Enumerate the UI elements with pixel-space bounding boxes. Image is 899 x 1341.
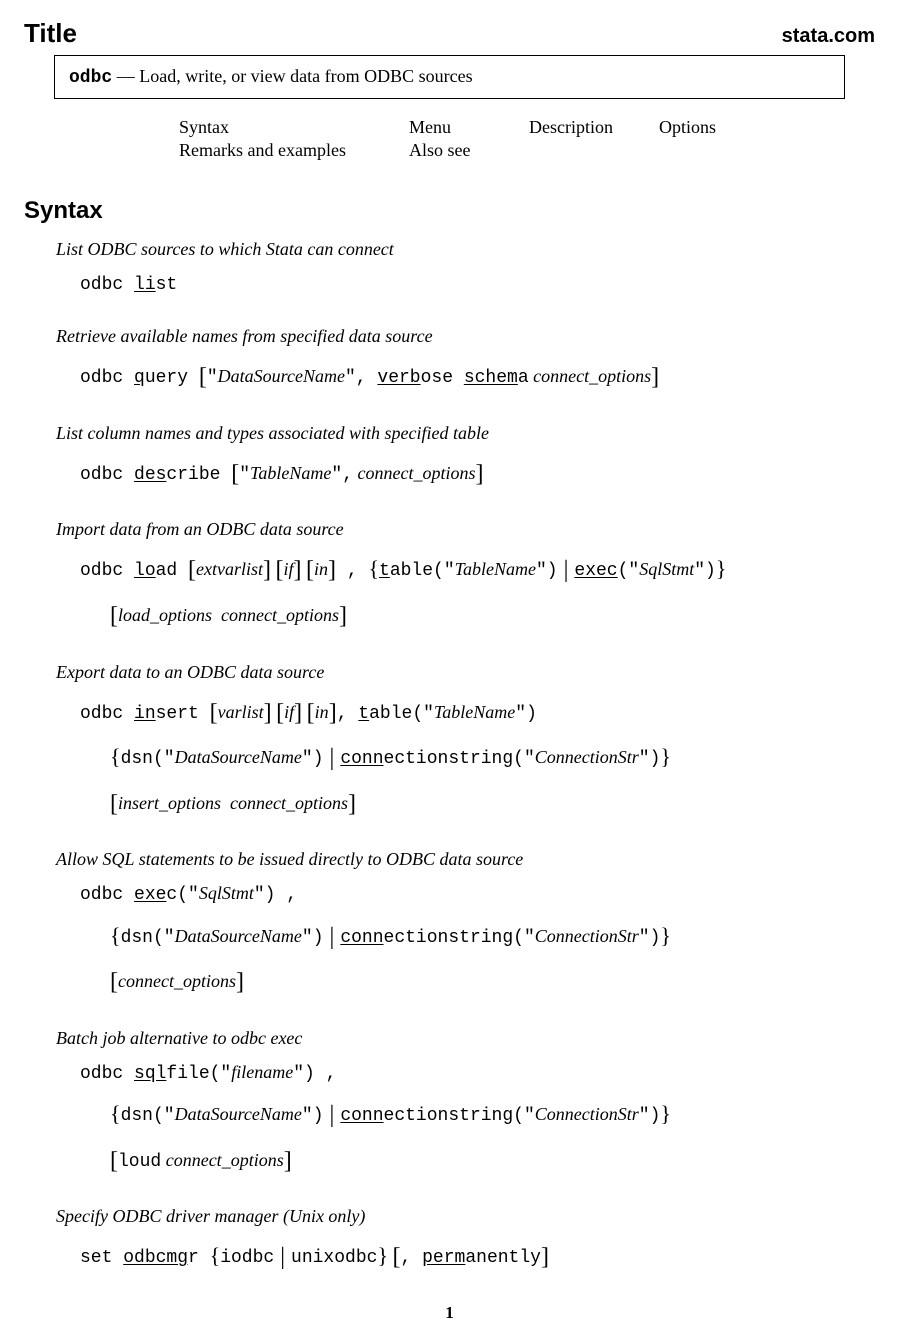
- desc-load: Import data from an ODBC data source: [56, 519, 875, 540]
- titlebox-desc: Load, write, or view data from ODBC sour…: [139, 66, 472, 86]
- syntax-load: odbc load [extvarlist] [if] [in] , {tabl…: [80, 546, 875, 637]
- syntax-block-list: List ODBC sources to which Stata can con…: [56, 239, 875, 302]
- syntax-block-exec: Allow SQL statements to be issued direct…: [56, 849, 875, 1003]
- nav-alsosee[interactable]: Also see: [409, 140, 529, 161]
- syntax-block-insert: Export data to an ODBC data source odbc …: [56, 662, 875, 826]
- desc-sqlfile: Batch job alternative to odbc exec: [56, 1028, 875, 1049]
- syntax-describe: odbc describe ["TableName", connect_opti…: [80, 450, 875, 496]
- page-number: 1: [24, 1303, 875, 1323]
- desc-exec: Allow SQL statements to be issued direct…: [56, 849, 875, 870]
- syntax-odbcmgr: set odbcmgr {iodbc | unixodbc} [, perman…: [80, 1233, 875, 1279]
- syntax-sqlfile: odbc sqlfile("filename") , {dsn("DataSou…: [80, 1055, 875, 1182]
- titlebox-sep: —: [112, 66, 139, 86]
- nav-links: Syntax Menu Description Options Remarks …: [179, 117, 875, 161]
- syntax-list: odbc list: [80, 266, 875, 302]
- page-title: Title: [24, 18, 77, 49]
- nav-remarks[interactable]: Remarks and examples: [179, 140, 409, 161]
- titlebox-cmd: odbc: [69, 68, 112, 88]
- desc-odbcmgr: Specify ODBC driver manager (Unix only): [56, 1206, 875, 1227]
- syntax-insert: odbc insert [varlist] [if] [in], table("…: [80, 689, 875, 826]
- syntax-block-load: Import data from an ODBC data source odb…: [56, 519, 875, 637]
- syntax-query: odbc query ["DataSourceName", verbose sc…: [80, 353, 875, 399]
- title-box: odbc — Load, write, or view data from OD…: [54, 55, 845, 99]
- syntax-block-odbcmgr: Specify ODBC driver manager (Unix only) …: [56, 1206, 875, 1279]
- syntax-block-describe: List column names and types associated w…: [56, 423, 875, 496]
- nav-options[interactable]: Options: [659, 117, 716, 138]
- syntax-block-query: Retrieve available names from specified …: [56, 326, 875, 399]
- desc-query: Retrieve available names from specified …: [56, 326, 875, 347]
- desc-list: List ODBC sources to which Stata can con…: [56, 239, 875, 260]
- syntax-exec: odbc exec("SqlStmt") , {dsn("DataSourceN…: [80, 876, 875, 1003]
- desc-insert: Export data to an ODBC data source: [56, 662, 875, 683]
- section-syntax-heading: Syntax: [24, 197, 875, 225]
- nav-syntax[interactable]: Syntax: [179, 117, 409, 138]
- desc-describe: List column names and types associated w…: [56, 423, 875, 444]
- nav-description[interactable]: Description: [529, 117, 659, 138]
- header: Title stata.com: [24, 18, 875, 49]
- syntax-block-sqlfile: Batch job alternative to odbc exec odbc …: [56, 1028, 875, 1182]
- site-link[interactable]: stata.com: [782, 25, 875, 48]
- nav-menu[interactable]: Menu: [409, 117, 529, 138]
